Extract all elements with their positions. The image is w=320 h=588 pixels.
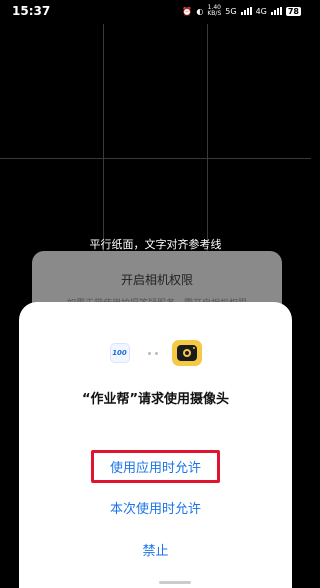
camera-guide-line: [0, 158, 311, 159]
alarm-icon: ⏰: [182, 6, 193, 16]
permission-card-title: 开启相机权限: [120, 273, 193, 287]
allow-while-using-label: 使用应用时允许: [90, 450, 220, 483]
do-not-disturb-icon: ◐: [196, 6, 204, 16]
permission-dialog: 100 “作业帮”请求使用摄像头 使用应用时允许 本次使用时允许 禁止: [19, 302, 292, 588]
allow-while-using-button[interactable]: 使用应用时允许: [19, 450, 292, 483]
connector-dots-icon: [147, 351, 158, 355]
deny-button[interactable]: 禁止: [19, 540, 292, 559]
app-icon: 100: [109, 343, 130, 363]
camera-icon: [171, 340, 202, 366]
battery-icon: 78: [285, 6, 301, 16]
network-type-1: 5G: [225, 6, 237, 16]
dialog-title: “作业帮”请求使用摄像头: [81, 392, 230, 407]
signal-icon: [240, 7, 252, 15]
app-icon-text: 100: [112, 349, 127, 357]
allow-once-button[interactable]: 本次使用时允许: [19, 498, 292, 517]
status-time: 15:37: [12, 4, 51, 18]
network-speed: 1.40 KB/S: [207, 5, 221, 17]
net-speed-unit: KB/S: [207, 10, 222, 17]
network-type-2: 4G: [255, 6, 267, 16]
signal-icon-2: [270, 7, 282, 15]
status-bar: 15:37 ⏰ ◐ 1.40 KB/S 5G 4G 78: [0, 0, 311, 24]
dialog-icon-row: 100: [19, 340, 292, 366]
status-icons: ⏰ ◐ 1.40 KB/S 5G 4G 78: [182, 5, 301, 17]
home-indicator[interactable]: [159, 581, 191, 584]
camera-hint: 平行纸面，文字对齐参考线: [89, 238, 222, 251]
